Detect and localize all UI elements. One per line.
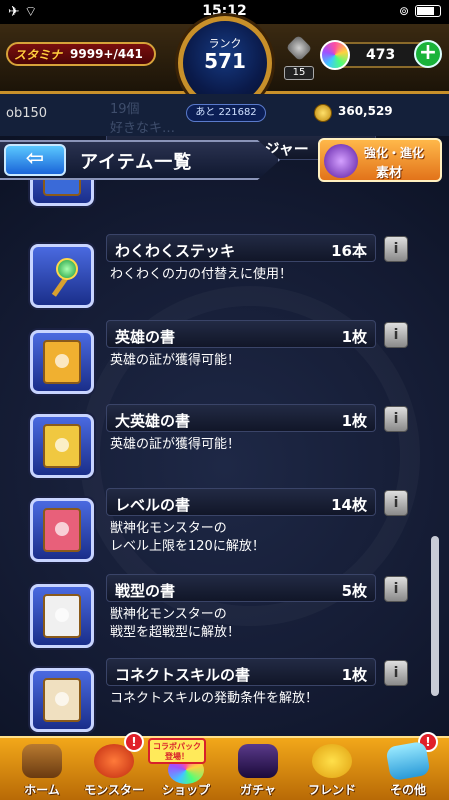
item-description: わくわくの力の付替えに使用！ (110, 267, 293, 282)
item-description: 獣神化モンスターの レベル上限を120に解放！ (110, 521, 265, 554)
gem-icon (285, 34, 313, 62)
item-name: レベルの書 (115, 496, 191, 514)
stamina-label: スタミナ (14, 47, 63, 62)
item-name: わくわくステッキ (115, 242, 236, 260)
item-info-button[interactable]: i (384, 576, 408, 602)
battery-icon (415, 5, 441, 17)
question-icon (385, 740, 431, 782)
item-description: 英雄の証が獲得可能！ (110, 353, 241, 368)
buy-orb-button[interactable]: + (414, 40, 442, 68)
nav-gacha[interactable]: ガチャ (222, 742, 294, 800)
item-list[interactable]: 魂の紋章エクスチェンジャー魂の紋章の付替えに使用！わくわくステッキ16本iわくわ… (0, 136, 449, 736)
item-row[interactable]: 大英雄の書 1枚 i 英雄の証が獲得可能！ (0, 402, 430, 486)
nav-home-label: ホーム (24, 783, 60, 797)
item-name: 戦型の書 (115, 582, 176, 600)
rank-next-exp: あと 221682 (186, 104, 266, 122)
scroll-icon[interactable] (30, 498, 94, 562)
scroll-icon[interactable] (30, 584, 94, 648)
item-name-bar: コネクトスキルの書 1枚 (106, 658, 376, 686)
evolve-materials-button[interactable]: 強化・進化 素材 (318, 138, 442, 182)
nav-monster-label: モンスター (84, 783, 144, 797)
item-name-bar: 戦型の書 5枚 (106, 574, 376, 602)
scroll-icon-shape (43, 678, 81, 722)
item-info-button[interactable]: i (384, 490, 408, 516)
scroll-icon[interactable] (30, 414, 94, 478)
nav-monster[interactable]: ! モンスター (78, 732, 150, 800)
wand-icon[interactable] (30, 244, 94, 308)
item-count: 1枚 (341, 412, 367, 430)
scroll-icon-shape (43, 424, 81, 468)
item-count: 14枚 (331, 496, 367, 514)
gold-icon (314, 104, 332, 122)
bottom-nav: ホーム ! モンスター ショップ ガチャ フレンド ! その他 (0, 732, 449, 800)
item-row[interactable]: レベルの書 14枚 i 獣神化モンスターの レベル上限を120に解放！ (0, 486, 430, 570)
back-button[interactable]: ⇦ (4, 144, 66, 176)
nav-other[interactable]: ! その他 (372, 732, 444, 800)
nav-friend[interactable]: フレンド (296, 742, 368, 800)
item-info-button[interactable]: i (384, 406, 408, 432)
nav-shop-label: ショップ (161, 783, 210, 797)
orb-icon (320, 40, 350, 70)
item-info-button[interactable]: i (384, 660, 408, 686)
nav-gacha-label: ガチャ (240, 783, 276, 797)
gacha-character-icon (238, 744, 278, 778)
nav-home[interactable]: ホーム (6, 742, 78, 800)
gem-counter[interactable]: 15 (283, 34, 315, 80)
scroll-icon-shape (43, 340, 81, 384)
gem-count: 15 (284, 66, 314, 80)
item-description: 獣神化モンスターの 戦型を超戦型に解放！ (110, 607, 241, 640)
item-name-bar: 大英雄の書 1枚 (106, 404, 376, 432)
item-row[interactable]: 英雄の書 1枚 i 英雄の証が獲得可能！ (0, 318, 430, 402)
item-row[interactable]: 戦型の書 5枚 i 獣神化モンスターの 戦型を超戦型に解放！ (0, 572, 430, 656)
nav-friend-label: フレンド (307, 783, 356, 797)
item-name: 英雄の書 (115, 328, 176, 346)
house-icon (22, 744, 62, 778)
item-count: 1枚 (341, 328, 367, 346)
evolve-label-line1: 強化・進化 (364, 146, 425, 160)
orb-counter[interactable]: 473 + (320, 40, 442, 70)
item-name-bar: 英雄の書 1枚 (106, 320, 376, 348)
scroll-icon[interactable] (30, 330, 94, 394)
item-info-button[interactable]: i (384, 236, 408, 262)
item-count: 1枚 (341, 666, 367, 684)
nav-other-label: その他 (389, 783, 426, 797)
rotation-lock-icon: ⊚ (398, 4, 409, 18)
wand-icon-shape (42, 256, 82, 296)
item-description: 英雄の証が獲得可能！ (110, 437, 241, 452)
user-id: ob150 (6, 106, 48, 121)
item-count: 16本 (331, 242, 367, 260)
friend-icon (312, 744, 352, 778)
page-title: アイテム一覧 (80, 152, 193, 173)
material-icon (324, 144, 358, 178)
stamina-value: 9999+/441 (70, 47, 143, 61)
item-name-bar: わくわくステッキ 16本 (106, 234, 376, 262)
orb-count: 473 (366, 47, 396, 63)
stamina-bar[interactable]: スタミナ 9999+/441 (6, 42, 156, 66)
item-name: コネクトスキルの書 (115, 666, 251, 684)
item-info-button[interactable]: i (384, 322, 408, 348)
scroll-icon[interactable] (30, 668, 94, 732)
gold-value: 360,529 (338, 104, 393, 118)
item-row[interactable]: わくわくステッキ 16本 i わくわくの力の付替えに使用！ (0, 232, 430, 316)
scroll-icon-shape (43, 508, 81, 552)
item-name-bar: レベルの書 14枚 (106, 488, 376, 516)
rank-value: 571 (204, 49, 246, 73)
collab-pack-tag: コラボパック 登場！ (148, 738, 206, 764)
item-row[interactable]: コネクトスキルの書 1枚 i コネクトスキルの発動条件を解放！ (0, 656, 430, 736)
monster-alert-badge: ! (124, 732, 144, 752)
item-description: コネクトスキルの発動条件を解放！ (110, 691, 319, 706)
scroll-icon-shape (43, 594, 81, 638)
scrollbar[interactable] (431, 536, 439, 696)
item-count: 5枚 (341, 582, 367, 600)
item-name: 大英雄の書 (115, 412, 191, 430)
status-right: ⊚ (399, 4, 441, 18)
evolve-label-line2: 素材 (376, 166, 403, 181)
